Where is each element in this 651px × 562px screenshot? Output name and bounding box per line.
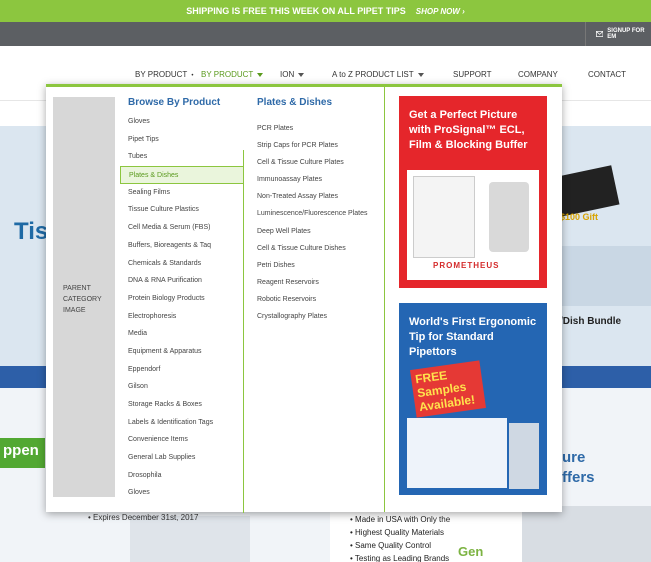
envelope-icon [596,31,604,37]
expiration-text: • Expires December 31st, 2017 [88,513,199,522]
parent-category-image-label: PARENT CATEGORY IMAGE [63,285,102,314]
pipet-tips-image [509,423,539,489]
prometheus-logo: PROMETHEUS [433,261,500,270]
category-item[interactable]: General Lab Supplies [120,449,244,467]
category-item[interactable]: Tubes [120,148,244,166]
category-item[interactable]: Protein Biology Products [120,290,244,308]
feature-bullets: • Made in USA with Only the • Highest Qu… [350,513,450,562]
category-item[interactable]: Pipet Tips [120,131,244,149]
equipment-image [130,516,250,562]
gift-card-image [552,165,620,217]
prosignal-ad[interactable]: Get a Perfect Picture with ProSignal™ EC… [399,96,547,288]
category-item[interactable]: Equipment & Apparatus [120,343,244,361]
feature-bullet: • Testing as Leading Brands [350,554,450,562]
bundle-label: /Dish Bundle [560,316,622,327]
chevron-down-icon [417,72,424,77]
column-divider [243,150,244,513]
category-item[interactable]: Gilson [120,378,244,396]
promo-message: SHIPPING IS FREE THIS WEEK ON ALL PIPET … [186,6,406,16]
subcategory-item[interactable]: Cell & Tissue Culture Dishes [250,240,384,257]
product-mega-menu: PARENT CATEGORY IMAGE Browse By Product … [46,84,562,513]
hero-heading: Tis [14,218,49,245]
nav-item-ion[interactable]: ION [280,70,305,79]
category-item[interactable]: DNA & RNA Purification [120,272,244,290]
feature-bullet: • Same Quality Control [350,541,432,550]
free-samples-badge: FREE Samples Available! [410,360,486,418]
browse-title: Browse By Product [128,97,221,108]
eppendorf-promo-tile[interactable]: ppen [0,438,45,468]
subcategory-item[interactable]: Robotic Reservoirs [250,291,384,308]
category-item[interactable]: Gloves [120,113,244,131]
category-item[interactable]: Electrophoresis [120,308,244,326]
spray-bottle-image [489,182,529,252]
subcategory-item[interactable]: Non-Treated Assay Plates [250,188,384,205]
subcategory-title: Plates & Dishes [257,97,333,108]
column-divider [384,87,385,512]
category-item[interactable]: Buffers, Bioreagents & Taq [120,237,244,255]
category-item[interactable]: Storage Racks & Boxes [120,396,244,414]
category-item[interactable]: Media [120,325,244,343]
subcategory-item[interactable]: Reagent Reservoirs [250,274,384,291]
nav-item-a-to-z[interactable]: A to Z PRODUCT LIST [332,70,424,79]
category-item[interactable]: Labels & Identification Tags [120,414,244,432]
signup-label: SIGNUP FOR EM [607,28,645,40]
utility-bar: SIGNUP FOR EM [0,22,651,46]
category-item[interactable]: Eppendorf [120,361,244,379]
category-item[interactable]: Sealing Films [120,184,244,202]
shop-now-link[interactable]: SHOP NOW › [416,7,465,16]
nav-item-contact[interactable]: CONTACT [588,70,626,79]
category-item[interactable]: Tissue Culture Plastics [120,201,244,219]
chevron-down-icon [257,72,264,77]
subcategory-item[interactable]: Strip Caps for PCR Plates [250,137,384,154]
subcategory-item[interactable]: Immunoassay Plates [250,171,384,188]
nav-item-support[interactable]: SUPPORT [453,70,492,79]
category-item[interactable]: Drosophila [120,467,244,485]
category-item[interactable]: Chemicals & Standards [120,255,244,273]
ergonomic-tip-ad[interactable]: World's First Ergonomic Tip for Standard… [399,303,547,495]
tip-box-image [407,418,507,488]
product-boxes-image [522,506,651,562]
category-item[interactable]: Plates & Dishes [120,166,244,184]
subcategory-item[interactable]: Crystallography Plates [250,308,384,325]
category-item[interactable]: Gloves [120,484,244,502]
promo-bar: SHIPPING IS FREE THIS WEEK ON ALL PIPET … [0,0,651,22]
gift-card-label: $100 Gift [560,212,599,222]
category-item[interactable]: Cell Media & Serum (FBS) [120,219,244,237]
ad-headline: World's First Ergonomic Tip for Standard… [409,316,537,358]
category-item[interactable]: Convenience Items [120,431,244,449]
ecl-kit-image [413,176,475,258]
nav-item-company[interactable]: COMPANY [518,70,558,79]
dish-bundle-image [556,246,651,306]
gen-logo-text: Gen [458,544,484,559]
newsletter-signup-link[interactable]: SIGNUP FOR EM [585,22,651,46]
subcategory-column: Plates & Dishes PCR Plates Strip Caps for… [250,97,384,325]
feature-bullet: • Made in USA with Only the [350,515,451,524]
subcategory-item[interactable]: Luminescence/Fluorescence Plates [250,205,384,222]
category-list: Gloves Pipet Tips Tubes Plates & Dishes Seal… [120,113,244,502]
browse-by-product-column: Browse By Product Gloves Pipet Tips Tubes P… [120,97,244,502]
feature-bullet: • Highest Quality Materials [350,528,444,537]
subcategory-list: PCR Plates Strip Caps for PCR Plates Cell … [250,120,384,325]
chevron-down-icon [298,72,305,77]
nav-item-by-product[interactable]: BY PRODUCT • [135,70,193,79]
subcategory-item[interactable]: Petri Dishes [250,257,384,274]
subcategory-item[interactable]: Deep Well Plates [250,223,384,240]
ad-headline: Get a Perfect Picture with ProSignal™ EC… [409,109,528,151]
nav-item-by-product-active[interactable]: BY PRODUCT [201,70,264,79]
subcategory-item[interactable]: PCR Plates [250,120,384,137]
subcategory-item[interactable]: Cell & Tissue Culture Plates [250,154,384,171]
promo-heading-right: ure ffers [562,449,595,486]
parent-category-image: PARENT CATEGORY IMAGE [53,97,115,497]
